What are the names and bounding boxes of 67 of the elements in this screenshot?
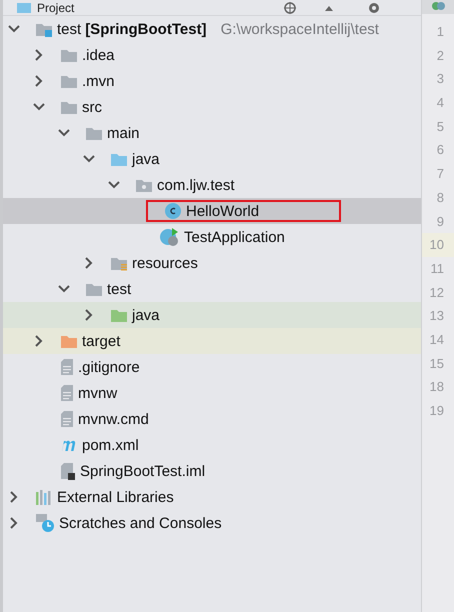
line-number: 15 (428, 354, 445, 373)
panel-title[interactable]: Project (37, 0, 74, 14)
file-icon (60, 384, 74, 402)
folder-icon (85, 125, 103, 141)
package-folder-icon (135, 177, 153, 193)
tree-item-label[interactable]: External Libraries (57, 488, 174, 506)
line-number: 13 (428, 307, 445, 326)
folder-icon (17, 2, 31, 12)
tree-item-label[interactable]: main (107, 124, 140, 142)
tree-item-label[interactable]: .idea (82, 46, 115, 64)
folder-icon (60, 73, 78, 89)
module-folder-icon (35, 21, 53, 37)
tree-row[interactable]: java (3, 302, 421, 328)
tree-item-label[interactable]: java (132, 150, 160, 168)
line-number: 1 (436, 23, 445, 41)
folder-icon (60, 333, 78, 349)
tree-item-label[interactable]: pom.xml (82, 436, 139, 454)
tree-item-label[interactable]: HelloWorld (186, 202, 260, 220)
folder-icon (110, 307, 128, 323)
tree-item-label[interactable]: resources (132, 254, 198, 272)
resources-folder-icon (110, 255, 128, 271)
module-name: [SpringBootTest] (85, 20, 207, 38)
module-path: G:\workspaceIntellij\test (220, 20, 379, 38)
maven-m-icon (60, 438, 78, 452)
line-number: 5 (436, 118, 445, 136)
line-number: 12 (428, 284, 445, 302)
libraries-icon (35, 489, 53, 505)
line-number: 9 (436, 212, 445, 230)
line-number: 7 (436, 165, 445, 184)
tree-item-label[interactable]: Scratches and Consoles (59, 514, 222, 532)
tree-item-label[interactable]: SpringBootTest.iml (80, 462, 206, 480)
file-icon (60, 410, 74, 428)
tree-item-label[interactable]: TestApplication (184, 228, 285, 246)
tree-item-label[interactable]: com.ljw.test (157, 176, 235, 194)
settings-icon[interactable] (367, 2, 381, 14)
line-number: 10 (422, 233, 454, 257)
tree-item-label[interactable]: .gitignore (78, 358, 140, 376)
locate-target-icon[interactable] (283, 2, 297, 14)
tree-item-label[interactable]: mvnw.cmd (78, 410, 149, 428)
file-icon (60, 462, 76, 480)
scratches-clock-icon (35, 513, 55, 533)
folder-icon (110, 151, 128, 167)
line-number: 6 (436, 141, 445, 160)
line-number: 8 (436, 188, 445, 207)
tree-item-label[interactable]: test (107, 280, 132, 298)
line-number: 3 (436, 70, 445, 88)
line-number: 4 (436, 94, 445, 112)
class-icon (164, 202, 182, 220)
tree-item-label[interactable]: src (82, 98, 102, 116)
line-number: 14 (428, 330, 445, 349)
tree-item-label[interactable]: target (82, 332, 120, 350)
line-number: 18 (428, 378, 445, 396)
tree-item-label[interactable]: java (132, 306, 160, 324)
folder-icon (60, 99, 78, 115)
folder-icon (60, 47, 78, 63)
tree-item-label[interactable]: mvnw (78, 384, 118, 402)
tree-row[interactable]: target (3, 328, 421, 354)
file-icon (60, 358, 74, 376)
line-number: 2 (436, 46, 445, 65)
line-number: 19 (428, 402, 445, 420)
run-indicator-icon (431, 0, 445, 12)
tree-row[interactable]: HelloWorld (3, 198, 421, 224)
line-number: 11 (430, 260, 445, 278)
class-icon (160, 227, 180, 247)
tree-item-label[interactable]: test (57, 20, 82, 38)
tree-item-label[interactable]: .mvn (82, 72, 115, 90)
folder-icon (85, 281, 103, 297)
